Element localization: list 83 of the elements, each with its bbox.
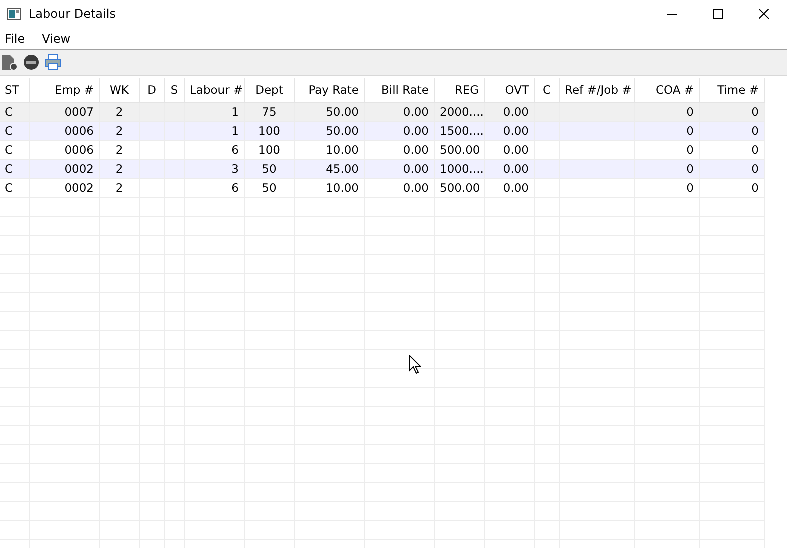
table-cell: 500.00 (435, 179, 485, 198)
table-cell: 0.00 (365, 179, 435, 198)
remove-button[interactable] (23, 54, 40, 71)
table-cell: 2000.... (435, 103, 485, 122)
table-cell: 0 (635, 141, 700, 160)
table-cell: 0.00 (485, 160, 535, 179)
table-cell: 0.00 (365, 122, 435, 141)
maximize-icon[interactable] (713, 9, 723, 19)
table-cell: 3 (185, 160, 245, 179)
column-header[interactable]: Ref #/Job # (560, 78, 635, 103)
table-cell (140, 103, 165, 122)
table-cell: 50 (245, 179, 295, 198)
table-cell: 0.00 (365, 103, 435, 122)
table-cell: 1000.... (435, 160, 485, 179)
mouse-cursor-icon (409, 355, 421, 374)
table-cell: 0.00 (485, 179, 535, 198)
table-cell: 100 (245, 141, 295, 160)
table-cell: 0002 (30, 179, 100, 198)
column-header[interactable]: WK (100, 78, 140, 103)
table-cell: 1 (185, 103, 245, 122)
column-header[interactable]: Labour # (185, 78, 245, 103)
table-cell: 75 (245, 103, 295, 122)
column-header[interactable]: OVT (485, 78, 535, 103)
table-cell: 0 (700, 179, 765, 198)
table-cell: C (0, 179, 30, 198)
table-cell: 50.00 (295, 122, 365, 141)
new-document-button[interactable] (1, 54, 18, 71)
column-header[interactable]: S (165, 78, 185, 103)
table-cell: 50 (245, 160, 295, 179)
table-cell: 45.00 (295, 160, 365, 179)
column-header[interactable]: ST (0, 78, 30, 103)
table-cell: 0.00 (365, 141, 435, 160)
window-title: Labour Details (29, 7, 117, 21)
menu-item[interactable]: File (0, 28, 30, 48)
table-cell: 0 (635, 160, 700, 179)
close-icon[interactable] (759, 9, 769, 19)
table-cell: 0 (700, 141, 765, 160)
column-header[interactable]: D (140, 78, 165, 103)
column-header[interactable]: Bill Rate (365, 78, 435, 103)
table-cell: 0006 (30, 141, 100, 160)
table-cell: 10.00 (295, 179, 365, 198)
table-cell: 50.00 (295, 103, 365, 122)
menu-item[interactable]: View (37, 28, 76, 48)
column-header[interactable]: Emp # (30, 78, 100, 103)
table-cell (535, 103, 560, 122)
table-cell: 6 (185, 141, 245, 160)
column-header[interactable]: COA # (635, 78, 700, 103)
table-cell: C (0, 122, 30, 141)
table-cell: C (0, 141, 30, 160)
table-cell: 2 (100, 179, 140, 198)
table-cell: 0 (700, 122, 765, 141)
table-cell: 0002 (30, 160, 100, 179)
table-cell: 0.00 (485, 103, 535, 122)
table-cell: 1500.... (435, 122, 485, 141)
table-cell: 100 (245, 122, 295, 141)
table-cell: 0007 (30, 103, 100, 122)
table-cell: C (0, 103, 30, 122)
table-cell: 0006 (30, 122, 100, 141)
table-cell: 0 (635, 103, 700, 122)
table-cell: 6 (185, 179, 245, 198)
table-cell: 0 (635, 179, 700, 198)
column-header[interactable]: Time # (700, 78, 765, 103)
app-icon (7, 8, 21, 20)
column-header[interactable]: Dept (245, 78, 295, 103)
table-cell: 0 (700, 160, 765, 179)
print-button[interactable] (45, 54, 62, 71)
column-header[interactable]: C (535, 78, 560, 103)
table-cell: 0.00 (365, 160, 435, 179)
table-cell: 2 (100, 141, 140, 160)
table-cell: 0 (700, 103, 765, 122)
table-cell: 10.00 (295, 141, 365, 160)
table-cell: 1 (185, 122, 245, 141)
table-cell: 500.00 (435, 141, 485, 160)
table-cell (165, 103, 185, 122)
table-cell: 0.00 (485, 122, 535, 141)
table-cell: 2 (100, 160, 140, 179)
column-header[interactable]: Pay Rate (295, 78, 365, 103)
table-cell: 2 (100, 122, 140, 141)
table-cell: C (0, 160, 30, 179)
column-header[interactable]: REG (435, 78, 485, 103)
table-cell: 0.00 (485, 141, 535, 160)
table-cell: 0 (635, 122, 700, 141)
table-cell: 2 (100, 103, 140, 122)
